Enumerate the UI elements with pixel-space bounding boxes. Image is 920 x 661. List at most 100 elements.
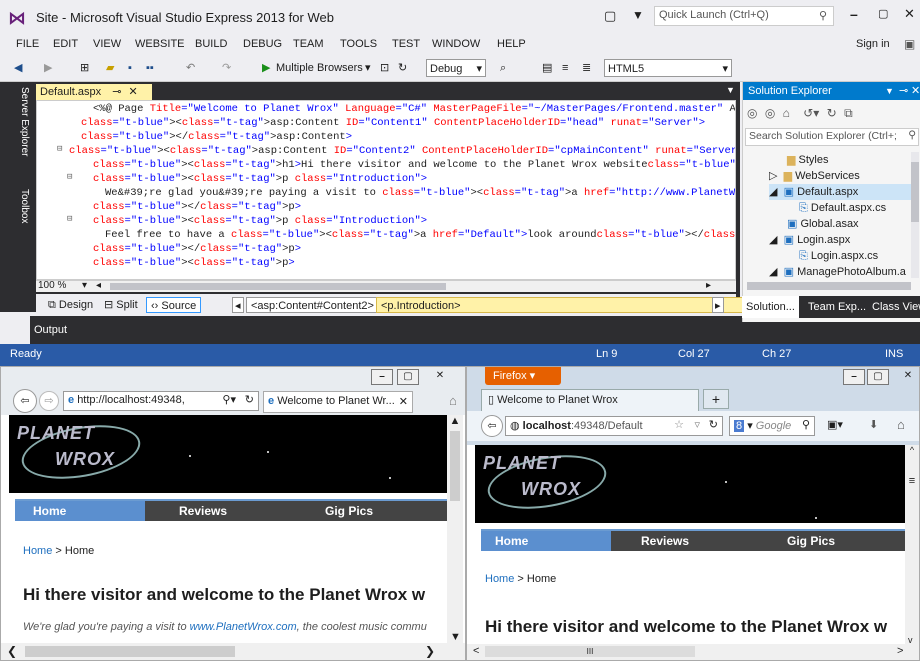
tree-item-styles[interactable]: ▆ Styles bbox=[787, 152, 829, 168]
account-icon[interactable]: ▣ bbox=[904, 37, 915, 51]
sync-icon[interactable]: ↺▾ bbox=[803, 106, 819, 120]
tab-solution-explorer[interactable]: Solution... bbox=[742, 296, 799, 318]
intro-link[interactable]: www.PlanetWrox.com bbox=[190, 621, 297, 633]
collapse-icon[interactable]: ◢ bbox=[769, 186, 777, 198]
tab-toolbox[interactable]: Toolbox bbox=[0, 186, 30, 246]
solution-search-input[interactable]: Search Solution Explorer (Ctrl+; ⚲ bbox=[745, 128, 919, 146]
output-tab[interactable]: Output bbox=[34, 324, 67, 336]
collapse-region-icon[interactable]: ⊟ bbox=[57, 144, 67, 158]
quick-launch-input[interactable]: Quick Launch (Ctrl+Q) ⚲ bbox=[654, 6, 834, 26]
search-icon[interactable]: ⚲ bbox=[908, 129, 916, 141]
feedback-icon[interactable]: ▢ bbox=[604, 8, 616, 24]
vertical-scrollbar[interactable]: ^ ≡ v bbox=[905, 445, 919, 645]
pin-icon[interactable]: ⊸ bbox=[112, 86, 121, 98]
ff-search-bar[interactable]: 8 ▾ Google ⚲ bbox=[729, 416, 815, 436]
vertical-scrollbar[interactable]: ▲ ▼ bbox=[447, 415, 463, 643]
browser-link-icon[interactable]: ⊡ bbox=[380, 59, 389, 77]
find-icon[interactable]: ⌕ bbox=[500, 59, 506, 77]
scroll-right-icon[interactable]: > bbox=[897, 645, 903, 657]
tab-server-explorer[interactable]: Server Explorer bbox=[0, 84, 30, 180]
menu-view[interactable]: VIEW bbox=[93, 38, 121, 50]
outdent-icon[interactable]: ≣ bbox=[582, 59, 591, 77]
breadcrumb-back-icon[interactable]: ◂ bbox=[232, 297, 244, 313]
home-icon[interactable]: ⌂ bbox=[449, 393, 457, 408]
horizontal-scrollbar[interactable] bbox=[747, 282, 911, 290]
new-project-icon[interactable]: ⊞ bbox=[80, 59, 89, 77]
horizontal-scrollbar[interactable] bbox=[110, 283, 446, 290]
tab-class-view[interactable]: Class View bbox=[872, 296, 920, 318]
nav-home[interactable]: Home bbox=[495, 534, 528, 548]
forward-icon[interactable]: ▶ bbox=[44, 59, 52, 77]
nav-home[interactable]: Home bbox=[33, 504, 66, 518]
zoom-level[interactable]: 100 % bbox=[38, 280, 66, 291]
tree-item-login-aspx-cs[interactable]: ⎘ Login.aspx.cs bbox=[799, 248, 878, 264]
home-icon[interactable]: ⌂ bbox=[783, 106, 790, 120]
back-icon[interactable]: ◀ bbox=[14, 59, 22, 77]
minimize-button[interactable]: – bbox=[843, 369, 865, 385]
browser-selector[interactable]: Multiple Browsers bbox=[276, 59, 363, 77]
firefox-menu-button[interactable]: Firefox ▾ bbox=[485, 367, 561, 385]
menu-website[interactable]: WEBSITE bbox=[135, 38, 185, 50]
code-line[interactable]: We&#39;re glad you&#39;re paying a visit… bbox=[69, 186, 735, 200]
tab-team-explorer[interactable]: Team Exp... bbox=[808, 296, 866, 318]
redo-icon[interactable]: ↷ bbox=[222, 59, 231, 77]
refresh-icon[interactable]: ↻ bbox=[709, 418, 718, 431]
menu-test[interactable]: TEST bbox=[392, 38, 420, 50]
nav-gig-pics[interactable]: Gig Pics bbox=[325, 504, 373, 518]
menu-team[interactable]: TEAM bbox=[293, 38, 324, 50]
chevron-down-icon[interactable]: ▾ bbox=[82, 280, 87, 291]
panel-menu-icon[interactable]: ▼ bbox=[885, 82, 894, 100]
collapse-icon[interactable]: ⧉ bbox=[844, 106, 853, 120]
bookmark-star-icon[interactable]: ☆ bbox=[674, 418, 684, 431]
search-icon[interactable]: ⚲ bbox=[802, 418, 810, 431]
ff-address-bar[interactable]: ◍ localhost:49348/Default ☆ ▿ ↻ bbox=[505, 416, 723, 436]
forward-icon[interactable]: ◎ bbox=[765, 106, 775, 120]
menu-file[interactable]: FILE bbox=[16, 38, 39, 50]
open-icon[interactable]: ▰ bbox=[106, 59, 114, 77]
maximize-button[interactable]: ▢ bbox=[878, 7, 888, 20]
ff-hscroll-thumb[interactable]: III bbox=[485, 646, 695, 657]
undo-icon[interactable]: ↶ bbox=[186, 59, 195, 77]
scroll-right-icon[interactable]: ❯ bbox=[425, 644, 435, 658]
code-line[interactable]: class="t-blue"><class="t-tag">p class="I… bbox=[69, 214, 735, 228]
vertical-scrollbar[interactable] bbox=[911, 152, 919, 278]
refresh-icon[interactable]: ↻ bbox=[827, 106, 837, 120]
close-button[interactable]: ✕ bbox=[904, 6, 915, 22]
tree-item-default-aspx-cs[interactable]: ⎘ Default.aspx.cs bbox=[799, 200, 886, 216]
tree-item-global-asax[interactable]: ▣ Global.asax bbox=[787, 216, 859, 232]
horizontal-scrollbar[interactable]: ❮ ❯ bbox=[1, 643, 465, 660]
scroll-up-icon[interactable]: ▲ bbox=[447, 415, 463, 427]
chevron-down-icon[interactable]: ▿ bbox=[694, 418, 700, 431]
code-line[interactable]: class="t-blue"></class="t-tag">p> bbox=[69, 242, 735, 256]
config-dropdown[interactable]: Debug ▾ bbox=[426, 59, 486, 77]
horizontal-scrollbar[interactable]: < III > bbox=[467, 644, 919, 660]
scroll-left-icon[interactable]: ◂ bbox=[96, 280, 101, 291]
menu-debug[interactable]: DEBUG bbox=[243, 38, 282, 50]
ff-tab[interactable]: ▯ Welcome to Planet Wrox bbox=[481, 389, 699, 411]
code-line[interactable]: class="t-blue"><class="t-tag">p class="I… bbox=[69, 172, 735, 186]
breadcrumb-intro[interactable]: <p.Introduction> bbox=[376, 297, 746, 313]
code-line[interactable]: <%@ Page Title="Welcome to Planet Wrox" … bbox=[69, 102, 735, 116]
doctype-dropdown[interactable]: HTML5 ▾ bbox=[604, 59, 732, 77]
code-line[interactable]: Feel free to have a class="t-blue"><clas… bbox=[69, 228, 735, 242]
breadcrumb-home-link[interactable]: Home bbox=[485, 573, 514, 585]
collapse-icon[interactable]: ◢ bbox=[769, 234, 777, 246]
code-line[interactable]: class="t-blue"></class="t-tag">asp:Conte… bbox=[69, 130, 735, 144]
minimize-button[interactable]: – bbox=[371, 369, 393, 385]
close-tab-icon[interactable]: ✕ bbox=[399, 395, 408, 408]
sign-in-link[interactable]: Sign in bbox=[856, 38, 890, 50]
comment-icon[interactable]: ▤ bbox=[542, 59, 552, 77]
refresh-icon[interactable]: ↻ bbox=[398, 59, 407, 77]
nav-reviews[interactable]: Reviews bbox=[179, 504, 227, 518]
forward-button[interactable]: ⇨ bbox=[39, 391, 59, 411]
breadcrumb-home-link[interactable]: Home bbox=[23, 545, 52, 557]
chevron-down-icon[interactable]: ▾ bbox=[365, 59, 371, 77]
search-icon[interactable]: ⚲ bbox=[819, 9, 827, 22]
tree-item-login-aspx[interactable]: ◢ ▣ Login.aspx bbox=[769, 232, 850, 248]
ie-address-bar[interactable]: e http://localhost:49348, ⚲▾ ↻ bbox=[63, 391, 259, 411]
expand-icon[interactable]: ▷ bbox=[769, 170, 777, 182]
scroll-right-icon[interactable]: ▸ bbox=[706, 280, 711, 291]
design-view-button[interactable]: ⧉ Design bbox=[44, 297, 97, 313]
document-menu-icon[interactable]: ▼ bbox=[726, 85, 735, 95]
tree-item-webservices[interactable]: ▷ ▆ WebServices bbox=[769, 168, 860, 184]
